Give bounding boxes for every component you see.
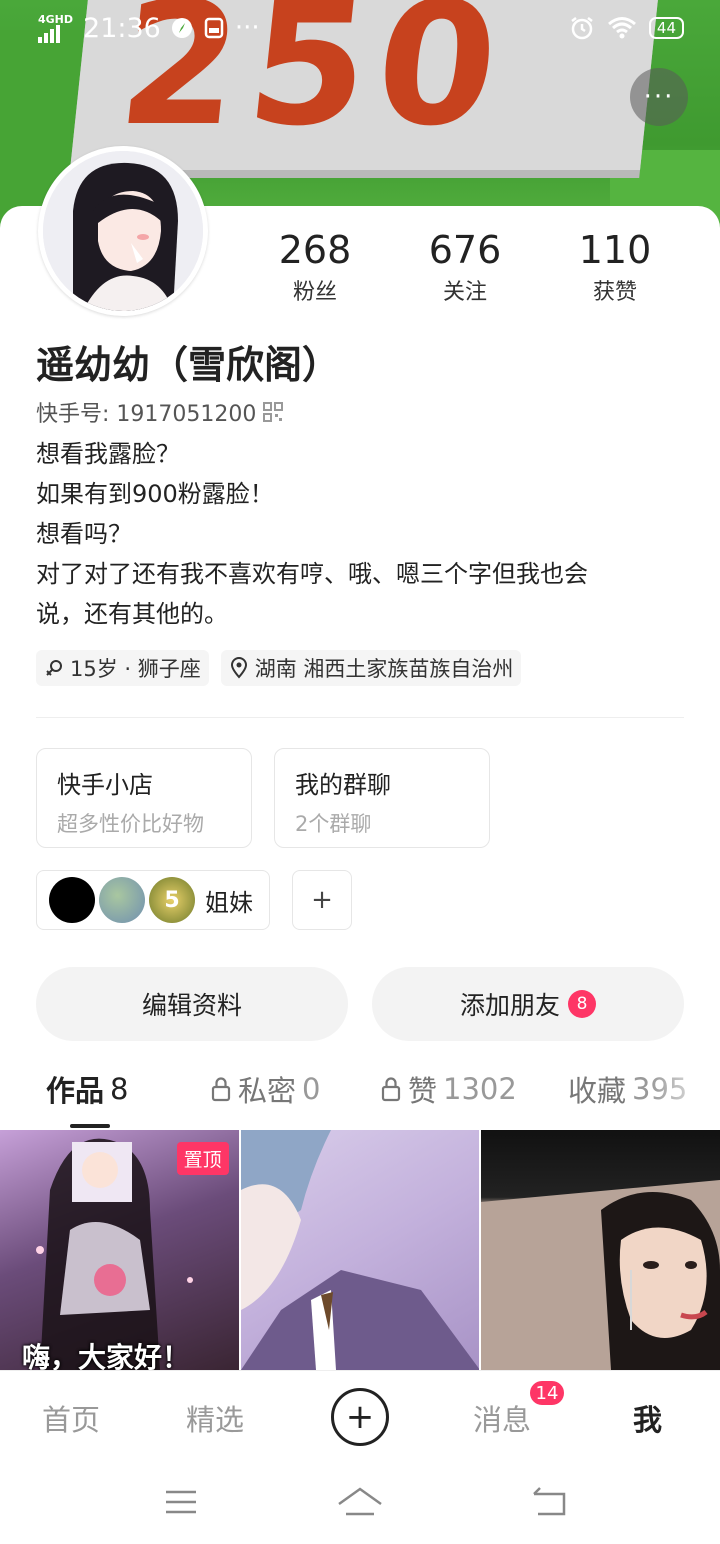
location-pin-icon <box>230 657 247 679</box>
kuaishou-id: 快手号: 1917051200 <box>36 402 257 427</box>
add-friend-button[interactable]: 添加朋友 8 <box>372 967 684 1041</box>
profile-name: 遥幼幼（雪欣阁） <box>36 343 341 387</box>
tab-liked-count: 1302 <box>443 1072 517 1106</box>
bottom-navigation: 首页 精选 + 消息 14 我 <box>0 1370 720 1460</box>
stat-following-label: 关注 <box>442 280 487 305</box>
content-tabs: 作品 8 私密 0 赞 1302 收藏 395 <box>0 1068 720 1128</box>
bio-line: 说，还有其他的。 <box>36 600 228 628</box>
profile-tags: 15岁 · 狮子座 湖南 湘西土家族苗族自治州 <box>36 650 522 686</box>
alarm-icon <box>571 17 593 40</box>
profile-bio: 想看我露脸？ 如果有到900粉露脸！ 想看吗？ 对了对了还有我不喜欢有哼、哦、嗯… <box>36 434 686 634</box>
nav-home[interactable]: 首页 <box>42 1397 100 1439</box>
more-options-button[interactable]: ··· <box>630 68 688 126</box>
back-icon[interactable] <box>530 1484 568 1520</box>
edit-profile-button[interactable]: 编辑资料 <box>36 967 348 1041</box>
age-tag-text: 15岁 · 狮子座 <box>70 657 201 681</box>
tab-liked[interactable]: 赞 1302 <box>380 1068 517 1110</box>
plus-icon: + <box>345 1397 375 1437</box>
bio-line: 对了对了还有我不喜欢有哼、哦、嗯三个字但我也会 <box>36 560 588 588</box>
network-type: 4GHD <box>38 12 74 26</box>
stat-following-value: 676 <box>428 228 502 272</box>
stat-followers[interactable]: 268 粉丝 <box>240 228 390 306</box>
kuaishou-id-row[interactable]: 快手号: 1917051200 <box>36 396 284 428</box>
kuaishou-shop-card[interactable]: 快手小店 超多性价比好物 <box>36 748 252 848</box>
avatar-illustration <box>43 151 203 311</box>
shop-title: 快手小店 <box>57 771 153 799</box>
group-chats-subtitle: 2个群聊 <box>295 812 372 836</box>
profile-stats: 268 粉丝 676 关注 110 获赞 <box>240 228 690 306</box>
stat-likes-value: 110 <box>578 228 652 272</box>
work-thumbnail[interactable] <box>240 1130 480 1370</box>
home-icon[interactable] <box>336 1484 384 1520</box>
lock-icon <box>211 1077 231 1102</box>
signal-icon: 4GHD <box>38 14 73 43</box>
stat-followers-value: 268 <box>278 228 352 272</box>
add-friend-label: 添加朋友 <box>459 991 560 1020</box>
work-caption: 嗨，大家好！ <box>22 1341 191 1370</box>
works-grid: 置顶 嗨，大家好！ <box>0 1130 720 1370</box>
messages-badge: 14 <box>528 1379 566 1407</box>
work-thumbnail[interactable] <box>481 1130 720 1370</box>
work-thumbnail[interactable]: 置顶 嗨，大家好！ <box>0 1130 239 1370</box>
sim-card-icon <box>204 17 224 39</box>
active-tab-indicator <box>70 1124 110 1128</box>
nav-messages[interactable]: 消息 <box>473 1397 531 1439</box>
status-bar: 4GHD 21:36 ··· 44 <box>0 0 720 56</box>
female-icon <box>46 660 62 676</box>
tabs-fade-overlay <box>650 1068 720 1124</box>
tab-works-count: 8 <box>110 1072 129 1106</box>
menu-icon[interactable] <box>163 1484 199 1520</box>
stat-following[interactable]: 676 关注 <box>390 228 540 306</box>
work-thumbnail-art <box>481 1180 720 1370</box>
add-friend-badge: 8 <box>568 990 596 1018</box>
edit-profile-label: 编辑资料 <box>141 991 242 1020</box>
create-post-button[interactable]: + <box>331 1388 389 1446</box>
section-divider <box>36 717 684 718</box>
status-more: ··· <box>234 13 260 43</box>
group-avatar: 5 <box>149 877 195 923</box>
pinned-badge: 置顶 <box>176 1142 229 1175</box>
tab-favorites-label: 收藏 <box>568 1074 627 1108</box>
nav-featured[interactable]: 精选 <box>186 1397 244 1439</box>
group-avatar <box>49 877 95 923</box>
shop-subtitle: 超多性价比好物 <box>57 812 204 836</box>
system-navigation-bar <box>0 1460 720 1544</box>
age-tag: 15岁 · 狮子座 <box>36 650 209 686</box>
group-avatar <box>99 877 145 923</box>
tab-private[interactable]: 私密 0 <box>210 1068 320 1110</box>
stat-followers-label: 粉丝 <box>292 280 337 305</box>
tab-liked-label: 赞 <box>408 1074 438 1108</box>
tab-works-label: 作品 <box>46 1074 105 1108</box>
group-chats-card[interactable]: 我的群聊 2个群聊 <box>274 748 490 848</box>
nav-me[interactable]: 我 <box>633 1397 662 1439</box>
status-time: 21:36 <box>83 12 161 44</box>
compass-icon <box>171 18 192 38</box>
group-label: 姐妹 <box>205 888 253 917</box>
tab-private-count: 0 <box>302 1072 321 1106</box>
lock-icon <box>381 1077 401 1102</box>
location-tag: 湖南 湘西土家族苗族自治州 <box>220 650 522 686</box>
tab-works[interactable]: 作品 8 <box>46 1068 128 1110</box>
add-group-button[interactable]: + <box>292 870 352 930</box>
work-thumbnail-art <box>240 1130 480 1370</box>
battery-indicator: 44 <box>648 17 684 39</box>
wifi-icon <box>607 17 636 39</box>
bio-line: 想看我露脸？ <box>36 440 180 468</box>
avatar[interactable] <box>38 146 208 316</box>
friend-group-chip[interactable]: 5 姐妹 <box>36 870 270 930</box>
qr-code-icon[interactable] <box>262 401 284 423</box>
tab-private-label: 私密 <box>238 1074 297 1108</box>
stat-likes-label: 获赞 <box>592 280 637 305</box>
stat-likes[interactable]: 110 获赞 <box>540 228 690 306</box>
location-tag-text: 湖南 湘西土家族苗族自治州 <box>254 657 514 681</box>
group-chats-title: 我的群聊 <box>295 771 391 799</box>
bio-line: 想看吗？ <box>36 520 132 548</box>
bio-line: 如果有到900粉露脸！ <box>36 480 274 508</box>
